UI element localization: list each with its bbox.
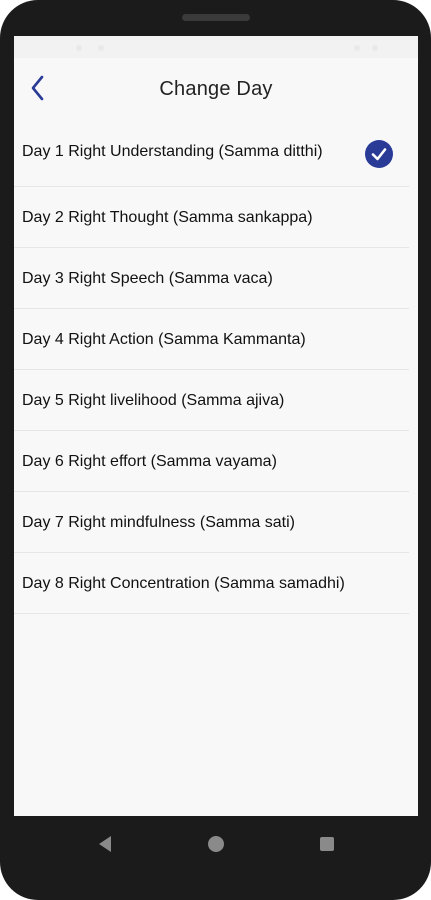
speaker-grille <box>182 14 250 21</box>
check-circle-icon <box>365 140 393 168</box>
status-icon <box>76 45 82 51</box>
circle-home-icon <box>208 836 224 852</box>
phone-frame: Change Day Day 1 Right Understanding (Sa… <box>0 0 431 900</box>
nav-back-button[interactable] <box>93 832 117 856</box>
day-label: Day 5 Right livelihood (Samma ajiva) <box>22 391 285 409</box>
day-list-item[interactable]: Day 8 Right Concentration (Samma samadhi… <box>14 553 409 614</box>
app-screen: Change Day Day 1 Right Understanding (Sa… <box>14 36 418 816</box>
day-label: Day 8 Right Concentration (Samma samadhi… <box>22 574 345 592</box>
day-list-item[interactable]: Day 5 Right livelihood (Samma ajiva) <box>14 370 409 431</box>
day-list-item[interactable]: Day 6 Right effort (Samma vayama) <box>14 431 409 492</box>
square-recents-icon <box>320 837 334 851</box>
day-label: Day 7 Right mindfulness (Samma sati) <box>22 513 295 531</box>
day-label: Day 2 Right Thought (Samma sankappa) <box>22 208 313 226</box>
day-list-item[interactable]: Day 1 Right Understanding (Samma ditthi) <box>14 116 409 187</box>
nav-home-button[interactable] <box>204 832 228 856</box>
day-list-item[interactable]: Day 7 Right mindfulness (Samma sati) <box>14 492 409 553</box>
status-bar <box>14 36 418 58</box>
page-title: Change Day <box>159 78 273 100</box>
day-list-item[interactable]: Day 3 Right Speech (Samma vaca) <box>14 248 409 309</box>
system-nav-bar <box>0 816 431 900</box>
status-icon <box>354 45 360 51</box>
day-label: Day 3 Right Speech (Samma vaca) <box>22 269 273 287</box>
day-list: Day 1 Right Understanding (Samma ditthi)… <box>14 116 418 614</box>
status-icon <box>98 45 104 51</box>
day-label: Day 4 Right Action (Samma Kammanta) <box>22 330 306 348</box>
day-label: Day 6 Right effort (Samma vayama) <box>22 452 277 470</box>
status-icon <box>372 45 378 51</box>
day-list-item[interactable]: Day 2 Right Thought (Samma sankappa) <box>14 187 409 248</box>
triangle-back-icon <box>99 836 111 852</box>
app-header: Change Day <box>14 58 418 116</box>
day-label: Day 1 Right Understanding (Samma ditthi) <box>22 142 323 160</box>
day-list-item[interactable]: Day 4 Right Action (Samma Kammanta) <box>14 309 409 370</box>
nav-recents-button[interactable] <box>315 832 339 856</box>
